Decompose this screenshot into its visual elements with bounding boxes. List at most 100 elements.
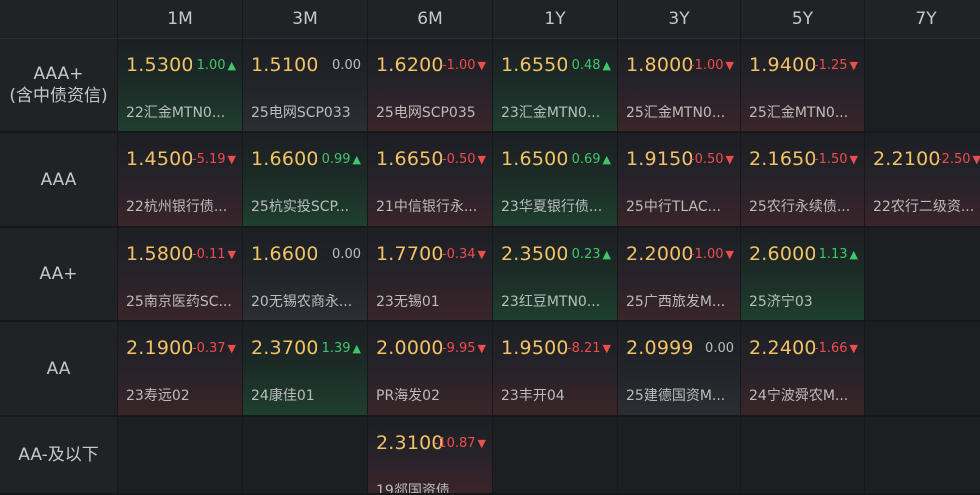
bond-name[interactable]: 25汇金MTN0...: [749, 102, 859, 122]
quote-cell[interactable]: 2.1900 -0.37 ▼ 23寿远02: [118, 322, 242, 417]
empty-cell: [618, 417, 740, 495]
bond-name[interactable]: 23汇金MTN0...: [501, 102, 611, 122]
quote-cell[interactable]: 1.6600 0.00 20无锡农商永...: [243, 228, 367, 322]
change-text: -1.66: [813, 341, 848, 356]
down-triangle-icon: ▼: [849, 342, 858, 355]
change-text: -2.50: [936, 152, 971, 167]
up-triangle-icon: ▲: [602, 153, 611, 166]
quote-cell[interactable]: 1.8000 -1.00 ▼ 25汇金MTN0...: [618, 39, 740, 133]
column-header-6m[interactable]: 6M: [368, 0, 492, 39]
column-header-5y[interactable]: 5Y: [741, 0, 864, 39]
change-value: -1.66 ▼: [814, 341, 858, 356]
quote-cell[interactable]: 1.4500 -5.19 ▼ 22杭州银行债...: [118, 133, 242, 228]
quote-cell[interactable]: 1.9400 -1.25 ▼ 25汇金MTN0...: [741, 39, 864, 133]
change-text: -8.21: [566, 341, 601, 356]
bond-name[interactable]: 25汇金MTN0...: [626, 102, 736, 122]
quote-cell[interactable]: 1.5100 0.00 25电网SCP033: [243, 39, 367, 133]
bond-name[interactable]: 23红豆MTN0...: [501, 291, 611, 311]
quote-cell[interactable]: 2.2400 -1.66 ▼ 24宁波舜农M...: [741, 322, 864, 417]
yield-value: 1.5100: [251, 54, 317, 76]
quote-cell[interactable]: 2.0999 0.00 25建德国资M...: [618, 322, 740, 417]
quote-cell[interactable]: 2.3700 1.39 ▲ 24康佳01: [243, 322, 367, 417]
bond-name[interactable]: 24康佳01: [251, 385, 361, 405]
bond-name[interactable]: 22农行二级资...: [873, 196, 980, 216]
yield-value: 2.3500: [501, 243, 567, 265]
column-header-3m[interactable]: 3M: [243, 0, 367, 39]
change-text: -1.00: [689, 58, 724, 73]
bond-name[interactable]: 21中信银行永...: [376, 196, 486, 216]
bond-name[interactable]: 23丰开04: [501, 385, 611, 405]
column-header-3y[interactable]: 3Y: [618, 0, 740, 39]
empty-cell: [741, 417, 864, 495]
change-value: -0.37 ▼: [192, 341, 236, 356]
change-text: 1.39: [321, 341, 351, 356]
change-value: -1.00 ▼: [690, 247, 734, 262]
column-header-7y[interactable]: 7Y: [865, 0, 980, 39]
down-triangle-icon: ▼: [725, 153, 734, 166]
quote-cell[interactable]: 1.5800 -0.11 ▼ 25南京医药SC...: [118, 228, 242, 322]
bond-name[interactable]: 23华夏银行债...: [501, 196, 611, 216]
change-text: -0.50: [689, 152, 724, 167]
bond-name[interactable]: 25济宁03: [749, 291, 859, 311]
quote-cell[interactable]: 1.7700 -0.34 ▼ 23无锡01: [368, 228, 492, 322]
bond-name[interactable]: 25电网SCP033: [251, 102, 361, 122]
bond-name[interactable]: 25建德国资M...: [626, 385, 736, 405]
down-triangle-icon: ▼: [849, 59, 858, 72]
change-value: 0.99 ▲: [322, 152, 361, 167]
quote-cell[interactable]: 2.0000 -9.95 ▼ PR海发02: [368, 322, 492, 417]
bond-name[interactable]: 20无锡农商永...: [251, 291, 361, 311]
column-header-1y[interactable]: 1Y: [493, 0, 617, 39]
empty-cell: [865, 228, 980, 322]
bond-name[interactable]: 24宁波舜农M...: [749, 385, 859, 405]
bond-name[interactable]: PR海发02: [376, 385, 486, 405]
bond-name[interactable]: 25南京医药SC...: [126, 291, 236, 311]
down-triangle-icon: ▼: [477, 248, 486, 261]
quote-cell[interactable]: 2.2100-2.50▼ 22农行二级资...: [865, 133, 980, 228]
down-triangle-icon: ▼: [725, 248, 734, 261]
row-label: AA-及以下: [0, 417, 117, 495]
quote-cell[interactable]: 1.6600 0.99 ▲ 25杭实投SCP...: [243, 133, 367, 228]
change-value: 0.00: [332, 247, 361, 262]
column-header-1m[interactable]: 1M: [118, 0, 242, 39]
empty-cell: [865, 417, 980, 495]
change-text: -9.95: [441, 341, 476, 356]
change-text: -1.25: [813, 58, 848, 73]
bond-name[interactable]: 25农行永续债...: [749, 196, 859, 216]
yield-matrix: 1M 3M 6M 1Y 3Y 5Y 7Y AAA+ (含中债资信) 1.5300 1.00 ▲ 22汇…: [0, 0, 980, 495]
change-text: -1.00: [441, 58, 476, 73]
quote-cell[interactable]: 2.3500 0.23 ▲ 23红豆MTN0...: [493, 228, 617, 322]
change-text: -0.50: [441, 152, 476, 167]
quote-cell[interactable]: 2.3100 -10.87 ▼ 19郯国资债: [368, 417, 492, 495]
bond-name[interactable]: 25杭实投SCP...: [251, 196, 361, 216]
bond-name[interactable]: 23无锡01: [376, 291, 486, 311]
down-triangle-icon: ▼: [973, 153, 980, 166]
change-text: -1.00: [689, 247, 724, 262]
quote-cell[interactable]: 1.5300 1.00 ▲ 22汇金MTN0...: [118, 39, 242, 133]
quote-cell[interactable]: 1.6650 -0.50 ▼ 21中信银行永...: [368, 133, 492, 228]
yield-value: 1.6550: [501, 54, 567, 76]
row-label: AAA+ (含中债资信): [0, 39, 117, 133]
quote-cell[interactable]: 1.9150 -0.50 ▼ 25中行TLAC...: [618, 133, 740, 228]
change-value: -2.50▼: [937, 152, 980, 167]
quote-cell[interactable]: 2.1650 -1.50 ▼ 25农行永续债...: [741, 133, 864, 228]
quote-cell[interactable]: 1.6200 -1.00 ▼ 25电网SCP035: [368, 39, 492, 133]
yield-value: 1.4500: [126, 148, 192, 170]
quote-cell[interactable]: 2.2000 -1.00 ▼ 25广西旅发M...: [618, 228, 740, 322]
quote-cell[interactable]: 2.6000 1.13 ▲ 25济宁03: [741, 228, 864, 322]
quote-cell[interactable]: 1.9500 -8.21 ▼ 23丰开04: [493, 322, 617, 417]
header-corner: [0, 0, 117, 39]
bond-name[interactable]: 25中行TLAC...: [626, 196, 736, 216]
change-value: -0.11 ▼: [192, 247, 236, 262]
change-value: -10.87 ▼: [434, 436, 486, 451]
bond-name[interactable]: 22杭州银行债...: [126, 196, 236, 216]
bond-name[interactable]: 25广西旅发M...: [626, 291, 736, 311]
up-triangle-icon: ▲: [227, 59, 236, 72]
bond-name[interactable]: 25电网SCP035: [376, 102, 486, 122]
quote-cell[interactable]: 1.6550 0.48 ▲ 23汇金MTN0...: [493, 39, 617, 133]
bond-name[interactable]: 22汇金MTN0...: [126, 102, 236, 122]
quote-cell[interactable]: 1.6500 0.69 ▲ 23华夏银行债...: [493, 133, 617, 228]
bond-name[interactable]: 23寿远02: [126, 385, 236, 405]
yield-value: 2.0999: [626, 337, 692, 359]
change-text: -0.37: [191, 341, 226, 356]
bond-name[interactable]: 19郯国资债: [376, 480, 486, 493]
